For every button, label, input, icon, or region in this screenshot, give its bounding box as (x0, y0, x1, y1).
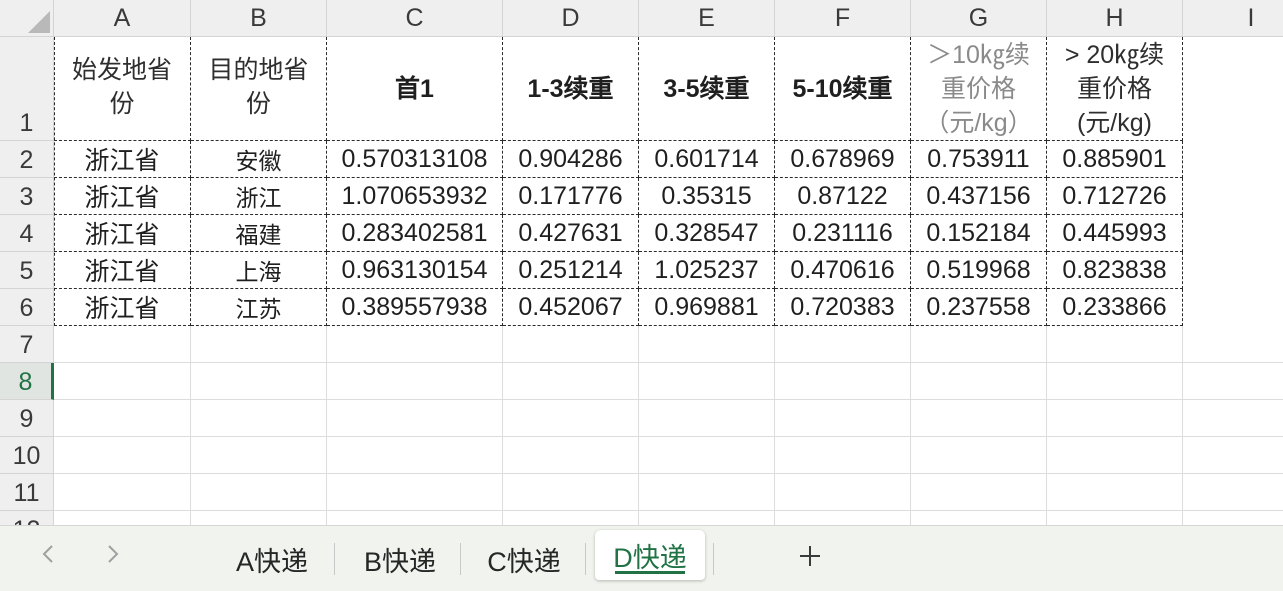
tab-separator (585, 543, 586, 575)
cell-h3[interactable]: 0.712726 (1047, 178, 1183, 215)
sheet-tab-d[interactable]: D快递 (595, 530, 705, 580)
gridline (54, 399, 1283, 400)
row-header-6[interactable]: 6 (0, 289, 54, 326)
cell-a3[interactable]: 浙江省 (54, 178, 191, 215)
row-header-5[interactable]: 5 (0, 252, 54, 289)
gridline (54, 436, 1283, 437)
plus-icon (797, 540, 823, 577)
cell-c3[interactable]: 1.070653932 (327, 178, 503, 215)
table-left-border (54, 37, 55, 326)
cell-h2[interactable]: 0.885901 (1047, 141, 1183, 178)
tab-separator (334, 543, 335, 575)
sheet-tab-label: D快递 (613, 542, 687, 573)
cell-a6[interactable]: 浙江省 (54, 289, 191, 326)
header-over-20kg-price[interactable]: > 20㎏续重价格(元/kg) (1047, 37, 1183, 141)
cell-b3[interactable]: 浙江 (191, 178, 327, 215)
tab-separator (713, 543, 714, 575)
header-3-5-extra-weight[interactable]: 3-5续重 (639, 37, 775, 141)
row-header-3[interactable]: 3 (0, 178, 54, 215)
sheet-tab-label: C快递 (487, 546, 561, 577)
cell-b4[interactable]: 福建 (191, 215, 327, 252)
tab-separator (460, 543, 461, 575)
cell-f6[interactable]: 0.720383 (775, 289, 911, 326)
cell-e3[interactable]: 0.35315 (639, 178, 775, 215)
cell-d4[interactable]: 0.427631 (503, 215, 639, 252)
column-header-b[interactable]: B (191, 0, 327, 37)
add-sheet-button[interactable] (790, 538, 830, 578)
cell-d2[interactable]: 0.904286 (503, 141, 639, 178)
cell-g3[interactable]: 0.437156 (911, 178, 1047, 215)
select-all-icon (28, 11, 50, 33)
gridline (54, 362, 1283, 363)
column-header-d[interactable]: D (503, 0, 639, 37)
cell-d3[interactable]: 0.171776 (503, 178, 639, 215)
row-header-12[interactable]: 12 (0, 511, 54, 525)
cell-h4[interactable]: 0.445993 (1047, 215, 1183, 252)
sheet-tab-label: A快递 (235, 546, 308, 577)
cell-e2[interactable]: 0.601714 (639, 141, 775, 178)
cell-f3[interactable]: 0.87122 (775, 178, 911, 215)
cell-h5[interactable]: 0.823838 (1047, 252, 1183, 289)
cell-d5[interactable]: 0.251214 (503, 252, 639, 289)
gridline (54, 510, 1283, 511)
cell-h6[interactable]: 0.233866 (1047, 289, 1183, 326)
header-over-10kg-price[interactable]: ＞10㎏续重价格（元/kg） (911, 37, 1047, 141)
row-header-9[interactable]: 9 (0, 400, 54, 437)
cell-e4[interactable]: 0.328547 (639, 215, 775, 252)
header-origin-province[interactable]: 始发地省份 (54, 37, 191, 141)
cell-b6[interactable]: 江苏 (191, 289, 327, 326)
cell-g5[interactable]: 0.519968 (911, 252, 1047, 289)
gridline (54, 473, 1283, 474)
cell-b5[interactable]: 上海 (191, 252, 327, 289)
row-header-7[interactable]: 7 (0, 326, 54, 363)
sheet-tab-c[interactable]: C快递 (474, 540, 574, 578)
cell-f5[interactable]: 0.470616 (775, 252, 911, 289)
column-header-h[interactable]: H (1047, 0, 1183, 37)
column-header-e[interactable]: E (639, 0, 775, 37)
column-header-i[interactable]: I (1183, 0, 1283, 37)
row-header-4[interactable]: 4 (0, 215, 54, 252)
sheet-tab-a[interactable]: A快递 (222, 540, 322, 578)
cell-c5[interactable]: 0.963130154 (327, 252, 503, 289)
cell-c4[interactable]: 0.283402581 (327, 215, 503, 252)
chevron-right-icon[interactable] (93, 540, 133, 575)
row-header-8[interactable]: 8 (0, 363, 54, 400)
row-header-11[interactable]: 11 (0, 474, 54, 511)
sheet-tab-bar: A快递 B快递 C快递 D快递 (0, 525, 1283, 591)
cell-a4[interactable]: 浙江省 (54, 215, 191, 252)
cell-g6[interactable]: 0.237558 (911, 289, 1047, 326)
spreadsheet-grid[interactable]: A B C D E F G H I 1 2 3 4 5 6 7 8 9 10 1… (0, 0, 1283, 525)
row-header-2[interactable]: 2 (0, 141, 54, 178)
cell-c6[interactable]: 0.389557938 (327, 289, 503, 326)
column-header-g[interactable]: G (911, 0, 1047, 37)
row-header-10[interactable]: 10 (0, 437, 54, 474)
select-all-corner[interactable] (0, 0, 54, 37)
cell-b2[interactable]: 安徽 (191, 141, 327, 178)
header-5-10-extra-weight[interactable]: 5-10续重 (775, 37, 911, 141)
cell-f2[interactable]: 0.678969 (775, 141, 911, 178)
cell-e5[interactable]: 1.025237 (639, 252, 775, 289)
cell-g4[interactable]: 0.152184 (911, 215, 1047, 252)
sheet-tab-label: B快递 (363, 546, 436, 577)
header-first-weight[interactable]: 首1 (327, 37, 503, 141)
header-1-3-extra-weight[interactable]: 1-3续重 (503, 37, 639, 141)
sheet-tab-b[interactable]: B快递 (350, 540, 450, 578)
cell-f4[interactable]: 0.231116 (775, 215, 911, 252)
column-header-c[interactable]: C (327, 0, 503, 37)
cell-e6[interactable]: 0.969881 (639, 289, 775, 326)
column-header-f[interactable]: F (775, 0, 911, 37)
cell-a2[interactable]: 浙江省 (54, 141, 191, 178)
active-tab-indicator (615, 571, 685, 574)
row-header-1[interactable]: 1 (0, 37, 54, 141)
cell-d6[interactable]: 0.452067 (503, 289, 639, 326)
cell-c2[interactable]: 0.570313108 (327, 141, 503, 178)
chevron-left-icon[interactable] (28, 540, 68, 575)
column-header-a[interactable]: A (54, 0, 191, 37)
header-destination-province[interactable]: 目的地省份 (191, 37, 327, 141)
cell-a5[interactable]: 浙江省 (54, 252, 191, 289)
cell-g2[interactable]: 0.753911 (911, 141, 1047, 178)
